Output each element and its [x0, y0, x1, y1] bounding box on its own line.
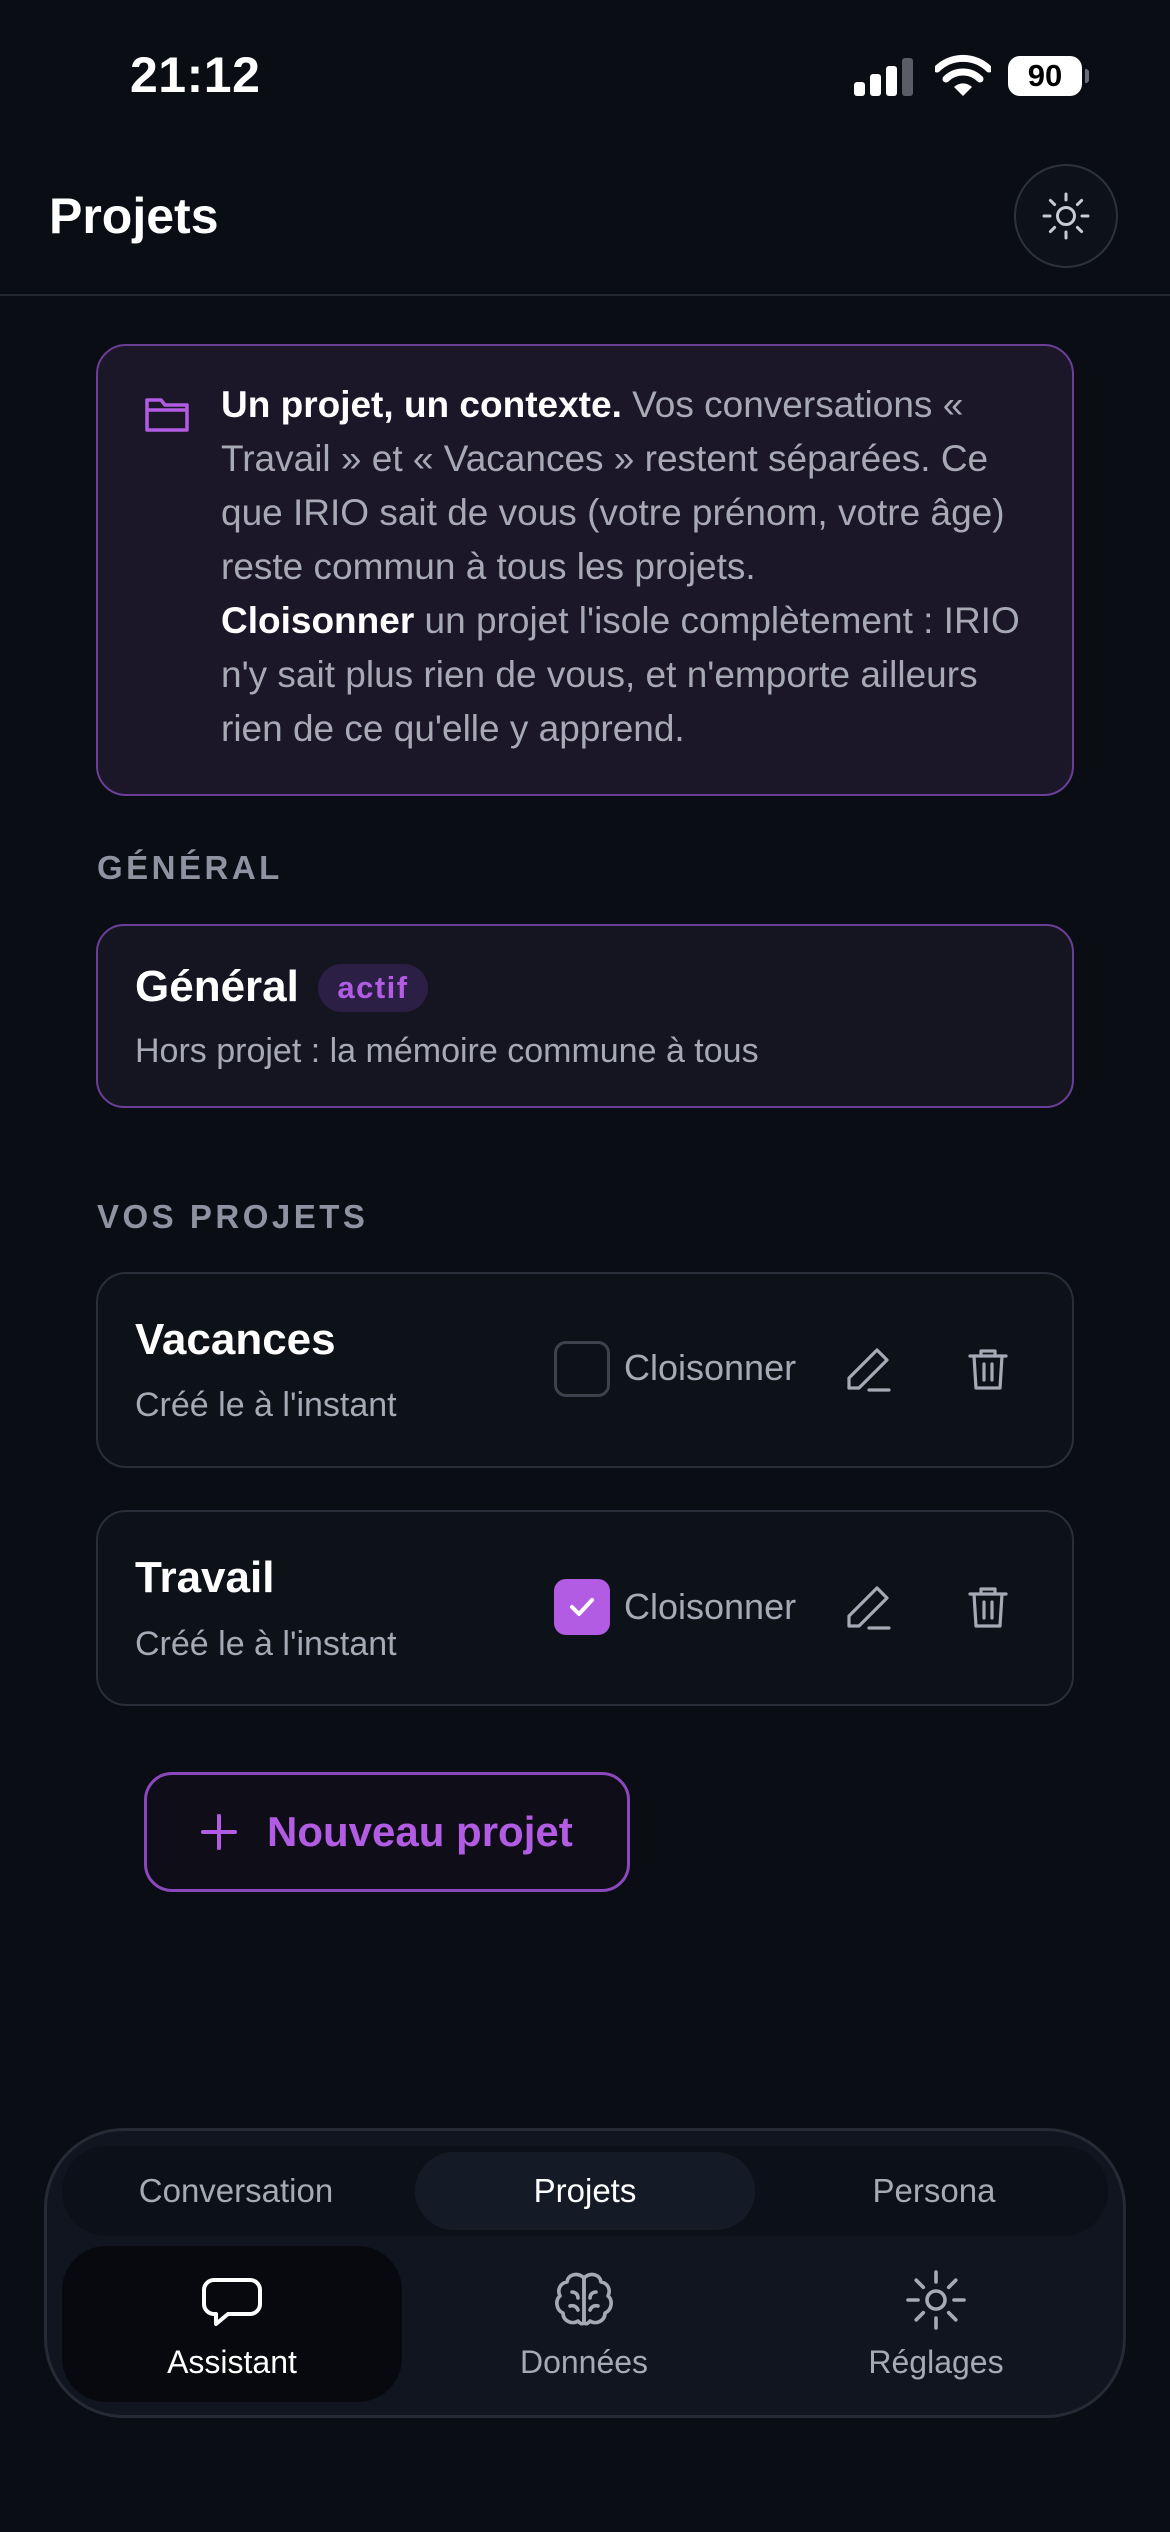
edit-project-button[interactable] [832, 1333, 904, 1405]
section-label-projects: VOS PROJETS [97, 1198, 369, 1235]
brain-icon [555, 2272, 613, 2326]
battery-icon: 90 [1008, 56, 1089, 96]
pencil-icon [847, 1586, 891, 1630]
plus-icon [201, 1814, 237, 1850]
tab-reglages[interactable]: Réglages [766, 2246, 1106, 2402]
tab-label: Assistant [167, 2344, 297, 2380]
isolate-checkbox[interactable] [554, 1579, 610, 1635]
segment-persona[interactable]: Persona [760, 2146, 1108, 2236]
info-isolate-bold: Cloisonner [221, 600, 415, 641]
section-label-general: GÉNÉRAL [97, 849, 283, 886]
gear-icon [906, 2270, 966, 2330]
project-title: Travail [135, 1553, 275, 1602]
pencil-icon [847, 1348, 891, 1392]
tab-label: Réglages [868, 2344, 1004, 2380]
active-badge: actif [318, 964, 428, 1012]
wifi-icon [935, 54, 991, 96]
general-card-title: Général [135, 962, 299, 1011]
new-project-button[interactable]: Nouveau projet [144, 1772, 630, 1892]
segment-conversation[interactable]: Conversation [62, 2146, 410, 2236]
isolate-checkbox[interactable] [554, 1341, 610, 1397]
general-card-subtitle: Hors projet : la mémoire commune à tous [135, 1032, 759, 1070]
header-divider [0, 294, 1170, 296]
tab-donnees[interactable]: Données [414, 2246, 754, 2402]
chat-bubble-icon [202, 2278, 262, 2326]
isolate-label[interactable]: Cloisonner [624, 1347, 796, 1389]
sun-icon [1042, 192, 1090, 240]
tab-label: Données [519, 2344, 649, 2380]
isolate-label[interactable]: Cloisonner [624, 1586, 796, 1628]
folder-icon [145, 398, 189, 432]
general-project-card[interactable] [96, 924, 1074, 1108]
trash-icon [968, 1349, 1008, 1390]
tab-assistant[interactable]: Assistant [62, 2246, 402, 2402]
status-time: 21:12 [130, 47, 261, 103]
segment-projets[interactable]: Projets [410, 2146, 760, 2236]
delete-project-button[interactable] [952, 1333, 1024, 1405]
new-project-label: Nouveau projet [267, 1808, 573, 1855]
info-text: Un projet, un contexte. Vos conversation… [221, 378, 1041, 756]
cellular-signal-icon [854, 58, 916, 96]
trash-icon [968, 1587, 1008, 1628]
project-created: Créé le à l'instant [135, 1625, 397, 1663]
delete-project-button[interactable] [952, 1571, 1024, 1643]
project-created: Créé le à l'instant [135, 1386, 397, 1424]
info-lead-bold: Un projet, un contexte. [221, 384, 622, 425]
checkmark-icon [570, 1598, 594, 1616]
page-title: Projets [49, 188, 219, 244]
edit-project-button[interactable] [832, 1571, 904, 1643]
battery-level: 90 [1027, 58, 1063, 93]
theme-toggle-button[interactable] [1014, 164, 1118, 268]
project-title: Vacances [135, 1315, 336, 1364]
